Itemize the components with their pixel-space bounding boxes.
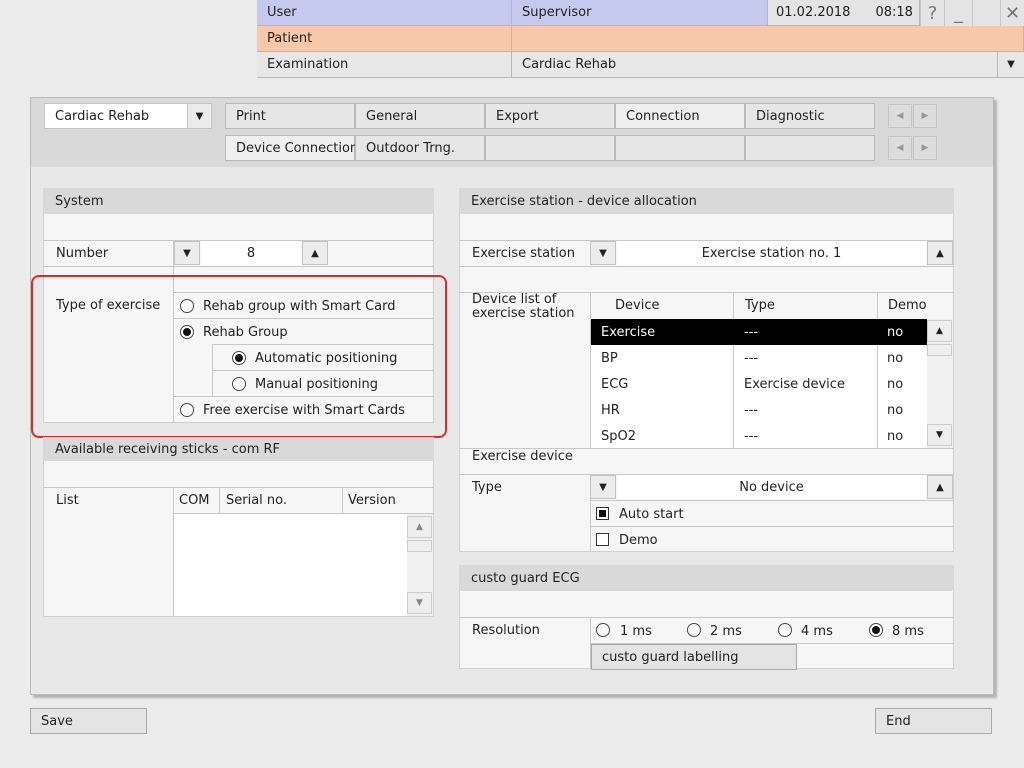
help-icon[interactable]: ? [920,0,944,26]
resolution-label: Resolution [472,623,540,638]
auto-start-checkbox[interactable] [596,507,609,520]
type-up-icon[interactable]: ▲ [927,475,953,499]
tab-print[interactable]: Print [225,103,355,129]
resolution-option-label: 1 ms [620,624,652,639]
demo-label: Demo [619,533,658,548]
tab-diagnostic[interactable]: Diagnostic [745,103,875,129]
device-list-label: Device list of exercise station [472,292,575,321]
cell-type: --- [744,325,759,340]
resolution-option-label: 8 ms [892,624,924,639]
column-header-serial: Serial no. [226,493,288,508]
cell-device: Exercise [601,325,656,340]
number-label: Number [56,246,109,261]
exercise-station-label: Exercise station [472,246,575,261]
save-button[interactable]: Save [30,708,147,734]
list-label: List [56,493,79,508]
tab-empty-3[interactable] [745,135,875,161]
nav-right-icon[interactable]: ▶ [913,104,937,128]
tab-general[interactable]: General [355,103,485,129]
subnav-right-icon[interactable]: ▶ [913,136,937,160]
minimize-icon[interactable]: _ [944,0,972,26]
program-select[interactable]: Cardiac Rehab ▼ [44,103,212,129]
blank-window-button[interactable] [972,0,1000,26]
examination-select[interactable]: Cardiac Rehab [512,52,998,78]
cell-demo: no [887,403,904,418]
close-icon[interactable]: ✕ [1000,0,1024,26]
sticks-title: Available receiving sticks - com RF [43,437,434,461]
type-down-icon[interactable]: ▼ [590,475,616,499]
exercise-device-label: Exercise device [472,449,573,464]
radio-resolution-2ms[interactable] [687,623,701,637]
scroll-down-icon[interactable]: ▼ [407,592,432,614]
number-down-icon[interactable]: ▼ [174,241,200,265]
scroll-thumb[interactable] [927,344,952,356]
cell-type: Exercise device [744,377,845,392]
type-label: Type [472,480,502,495]
demo-checkbox[interactable] [596,533,609,546]
patient-value[interactable] [512,26,1024,52]
time-text: 08:18 [875,5,913,20]
column-header-type: Type [745,298,775,313]
sticks-list[interactable] [174,514,407,616]
cell-type: --- [744,403,759,418]
radio-resolution-8ms[interactable] [869,623,883,637]
tab-export[interactable]: Export [485,103,615,129]
column-header-demo: Demo [888,298,927,313]
radio-resolution-1ms[interactable] [596,623,610,637]
radio-resolution-4ms[interactable] [778,623,792,637]
auto-start-label: Auto start [619,507,684,522]
tab-empty-2[interactable] [615,135,745,161]
cell-demo: no [887,351,904,366]
scroll-up-icon[interactable]: ▲ [407,516,432,538]
user-value[interactable]: Supervisor [512,0,768,26]
datetime-display: 01.02.2018 08:18 [768,0,920,26]
date-text: 01.02.2018 [776,5,851,20]
custo-guard-labelling-button[interactable]: custo guard labelling [591,644,797,670]
column-header-com: COM [179,493,210,508]
column-header-device: Device [615,298,660,313]
column-header-version: Version [348,493,396,508]
cell-device: BP [601,351,618,366]
table-row[interactable]: Exercise --- no [591,319,927,345]
station-up-icon[interactable]: ▲ [927,241,953,265]
end-button[interactable]: End [875,708,992,734]
ecg-title: custo guard ECG [459,565,954,591]
cell-device: HR [601,403,620,418]
cell-type: --- [744,429,759,444]
cell-demo: no [887,377,904,392]
program-select-value: Cardiac Rehab [55,109,150,124]
cell-demo: no [887,325,904,340]
examination-label: Examination [257,52,512,78]
number-up-icon[interactable]: ▲ [302,241,328,265]
tab-outdoor-training[interactable]: Outdoor Trng. [355,135,485,161]
cell-device: ECG [601,377,629,392]
resolution-option-label: 2 ms [710,624,742,639]
exercise-station-select[interactable]: Exercise station no. 1 [617,241,926,265]
tab-device-connection[interactable]: Device Connection [225,135,358,161]
resolution-option-label: 4 ms [801,624,833,639]
highlight-annotation [31,275,447,438]
user-label: User [257,0,512,26]
scroll-thumb[interactable] [407,540,432,552]
nav-left-icon[interactable]: ◀ [888,104,912,128]
scroll-down-icon[interactable]: ▼ [927,424,952,446]
examination-dropdown-icon[interactable]: ▼ [998,52,1024,78]
station-down-icon[interactable]: ▼ [590,241,616,265]
cell-device: SpO2 [601,429,637,444]
tab-connection[interactable]: Connection [615,103,745,129]
chevron-down-icon[interactable]: ▼ [187,104,211,128]
cell-demo: no [887,429,904,444]
allocation-title: Exercise station - device allocation [459,188,954,214]
system-title: System [43,188,434,214]
scroll-up-icon[interactable]: ▲ [927,320,952,342]
patient-label: Patient [257,26,512,52]
tab-empty-1[interactable] [485,135,615,161]
device-type-select[interactable]: No device [617,475,926,499]
cell-type: --- [744,351,759,366]
number-input[interactable]: 8 [201,241,301,265]
subnav-left-icon[interactable]: ◀ [888,136,912,160]
